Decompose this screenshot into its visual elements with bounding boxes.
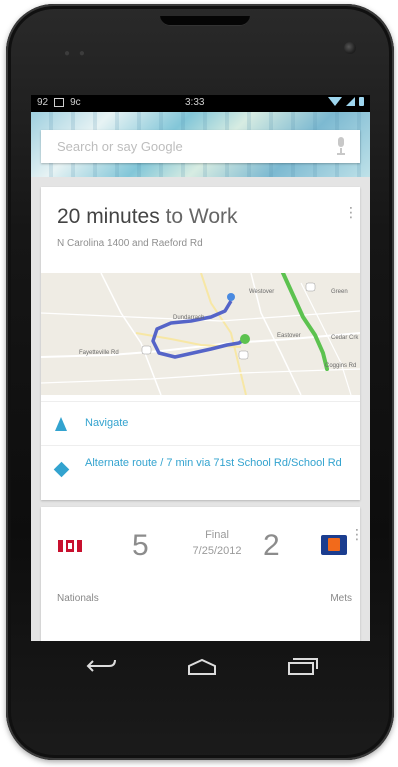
recent-apps-icon[interactable] (285, 655, 319, 677)
map-label: Cedar Crk (331, 335, 359, 341)
message-icon (54, 98, 65, 107)
home-icon[interactable] (185, 657, 219, 677)
proximity-sensor-dots: ● ● (64, 48, 88, 59)
map-label: Green (331, 289, 348, 295)
signal-icon (346, 97, 355, 106)
left-team-score: 5 (132, 529, 149, 562)
card-overflow-menu-icon[interactable]: ⋮ (344, 205, 358, 219)
map-label: Eastover (277, 333, 301, 339)
status-notifications: 92 9c (37, 97, 81, 108)
mets-logo-icon (321, 535, 347, 555)
left-team-name: Nationals (57, 593, 99, 604)
status-icons (328, 97, 364, 106)
traffic-card[interactable]: 20 minutes to Work ⋮ N Carolina 1400 and… (41, 187, 360, 500)
front-camera-icon (344, 42, 356, 54)
map-label: Westover (249, 289, 275, 295)
sports-score-card[interactable]: 5 Final 7/25/2012 2 ⋮ Nationals Mets (41, 507, 364, 641)
navigate-row[interactable]: Navigate (41, 401, 360, 446)
map-label: Coggins Rd (325, 363, 357, 369)
traffic-map[interactable]: Westover Green Dundarrach Fayetteville R… (41, 273, 360, 395)
nationals-logo-icon (55, 538, 85, 554)
status-bar: 92 9c 3:33 (31, 95, 370, 112)
right-team-name: Mets (330, 593, 352, 604)
status-time: 3:33 (185, 97, 205, 108)
route-diamond-icon (53, 461, 70, 478)
commute-destination: to Work (159, 205, 238, 228)
screen: 92 9c 3:33 Search or say Google 20 minut… (31, 95, 370, 641)
navigation-arrow-icon (55, 417, 67, 431)
search-bar[interactable]: Search or say Google (41, 130, 360, 163)
earpiece-speaker (160, 16, 250, 26)
back-icon[interactable] (85, 655, 119, 677)
navigate-link[interactable]: Navigate (85, 416, 128, 431)
map-label: Fayetteville Rd (79, 350, 119, 356)
right-team-score: 2 (263, 529, 280, 562)
commute-title: 20 minutes to Work (57, 205, 238, 229)
commute-location: N Carolina 1400 and Raeford Rd (57, 238, 203, 249)
notification-indicator-1: 92 (37, 97, 49, 108)
map-label: Dundarrach (173, 315, 205, 321)
wifi-icon (328, 97, 342, 106)
system-navigation-bar (31, 641, 370, 699)
alternate-route-row[interactable]: Alternate route / 7 min via 71st School … (41, 445, 360, 496)
game-date: 7/25/2012 (192, 545, 242, 557)
card-overflow-menu-icon[interactable]: ⋮ (350, 527, 364, 541)
alternate-route-link[interactable]: Alternate route / 7 min via 71st School … (85, 456, 347, 471)
commute-time: 20 minutes (57, 205, 160, 228)
microphone-icon[interactable] (336, 137, 346, 155)
game-status: Final (205, 529, 229, 541)
battery-icon (359, 97, 364, 106)
search-input[interactable]: Search or say Google (57, 139, 183, 154)
notification-indicator-2: 9c (70, 97, 81, 108)
